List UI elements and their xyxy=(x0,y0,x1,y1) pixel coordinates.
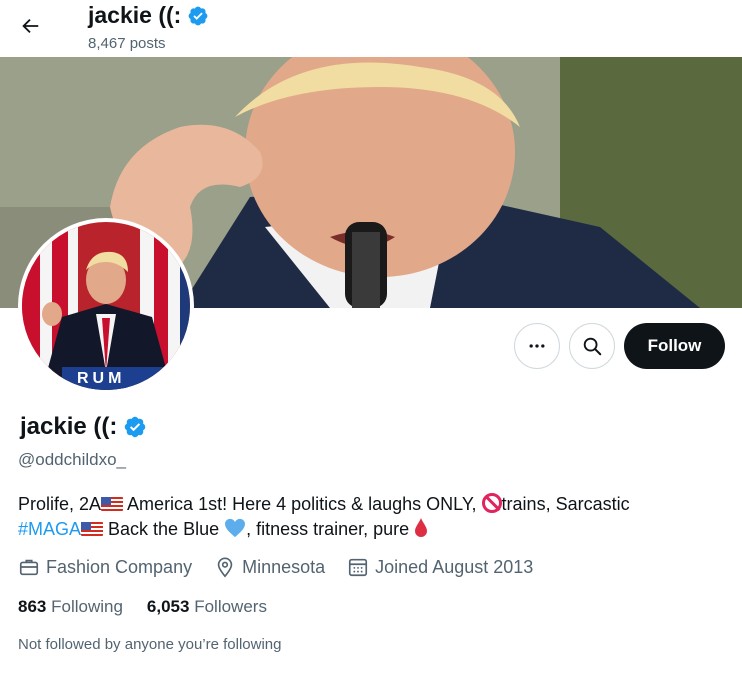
bio-text-3: trains, Sarcastic xyxy=(501,494,630,514)
display-name: jackie ((: xyxy=(20,413,118,440)
profile-name: jackie ((: xyxy=(20,413,147,441)
followers-count: 6,053 xyxy=(146,597,190,616)
blue-heart-icon xyxy=(225,518,246,538)
verified-badge-icon[interactable] xyxy=(123,415,147,439)
following-link[interactable]: 863 Following xyxy=(18,597,123,617)
followers-label: Followers xyxy=(194,597,267,616)
calendar-icon xyxy=(349,558,368,577)
joined-label: Joined August 2013 xyxy=(375,556,534,577)
verified-badge-icon xyxy=(188,6,208,25)
arrow-left-icon xyxy=(22,18,39,34)
more-horizontal-icon xyxy=(529,344,545,348)
following-label: Following xyxy=(51,597,123,616)
profile-category: Fashion Company xyxy=(18,556,192,578)
us-flag-icon xyxy=(81,522,104,536)
follow-button[interactable]: Follow xyxy=(624,323,725,369)
header-title: jackie ((: xyxy=(88,2,209,29)
location-pin-icon xyxy=(217,557,233,578)
avatar-image: RUM xyxy=(22,222,190,390)
profile-avatar[interactable]: RUM xyxy=(18,218,194,394)
profile-meta: Fashion Company Minnesota Joined August … xyxy=(18,556,555,578)
more-options-button[interactable] xyxy=(514,323,560,369)
bio-text-5: , fitness trainer, pure xyxy=(246,519,415,539)
post-count: 8,467 posts xyxy=(88,35,166,52)
us-flag-icon xyxy=(101,497,124,511)
following-count: 863 xyxy=(18,597,47,616)
blood-drop-icon xyxy=(415,518,428,537)
bio-text-2: America 1st! Here 4 politics & laughs ON… xyxy=(123,494,482,514)
profile-header-bar: jackie ((: 8,467 posts xyxy=(0,0,742,57)
not-followed-notice: Not followed by anyone you’re following xyxy=(18,636,282,653)
bio-text-1: Prolife, 2A xyxy=(18,494,102,514)
profile-bio: Prolife, 2A America 1st! Here 4 politics… xyxy=(18,492,718,542)
briefcase-icon xyxy=(19,559,39,576)
search-profile-button[interactable] xyxy=(569,323,615,369)
follow-stats: 863 Following 6,053 Followers xyxy=(18,597,291,617)
profile-handle: @oddchildxo_ xyxy=(18,450,126,469)
profile-join-date: Joined August 2013 xyxy=(347,556,533,578)
avatar-podium-text: RUM xyxy=(77,370,126,387)
category-label: Fashion Company xyxy=(46,556,193,577)
header-name: jackie ((: xyxy=(88,2,182,28)
back-button[interactable] xyxy=(12,8,48,44)
search-icon xyxy=(583,337,602,356)
profile-location: Minnesota xyxy=(214,556,325,578)
avatar-photo xyxy=(22,222,190,390)
followers-link[interactable]: 6,053 Followers xyxy=(147,597,267,617)
prohibited-icon xyxy=(481,493,502,513)
location-label: Minnesota xyxy=(242,556,326,577)
bio-text-4: Back the Blue xyxy=(103,519,225,539)
hashtag-link[interactable]: #MAGA xyxy=(18,519,81,539)
